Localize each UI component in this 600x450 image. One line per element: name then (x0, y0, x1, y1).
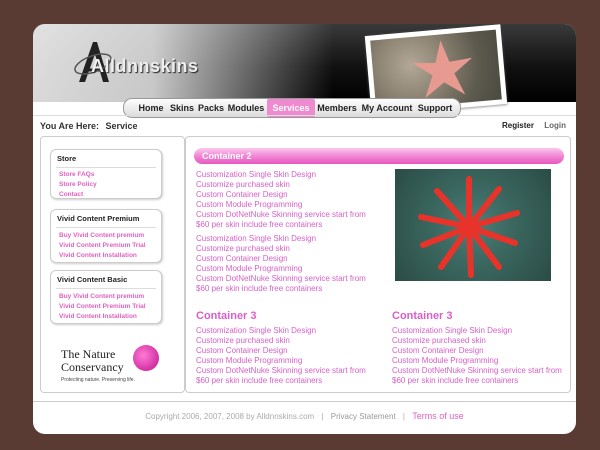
box-title: Vivid Content Basic (57, 275, 128, 284)
sidebar-link[interactable]: Buy Vivid Content premium (59, 293, 144, 300)
container2-block2: Customization Single Skin Design Customi… (196, 234, 366, 294)
footer-separator: | (402, 412, 405, 421)
breadcrumb-current[interactable]: Service (106, 121, 138, 131)
text-line[interactable]: Custom Module Programming (392, 356, 562, 366)
text-line[interactable]: Customization Single Skin Design (196, 326, 366, 336)
container2-block1: Customization Single Skin Design Customi… (196, 170, 366, 230)
text-line[interactable]: Customize purchased skin (196, 336, 366, 346)
nav-skins[interactable]: Skins (168, 101, 196, 115)
container2-title: Container 2 (194, 148, 564, 164)
breadcrumb: You Are Here: Service (40, 121, 138, 131)
footer: Copyright 2006, 2007, 2008 by Alldnnskin… (33, 411, 576, 421)
text-line[interactable]: Customize purchased skin (196, 244, 366, 254)
red-starfish-icon (418, 176, 520, 278)
text-line[interactable]: Custom DotNetNuke Skinning service start… (196, 366, 366, 376)
footer-divider (33, 401, 576, 402)
nav-my-account[interactable]: My Account (361, 101, 413, 115)
box-title: Store (57, 154, 77, 163)
sponsor-tagline: Protecting nature. Preserving life. (61, 377, 135, 383)
text-line[interactable]: Custom Container Design (196, 190, 366, 200)
nav-support[interactable]: Support (416, 101, 454, 115)
text-line[interactable]: $60 per skin include free containers (196, 284, 366, 294)
nav-modules[interactable]: Modules (227, 101, 265, 115)
box-divider (56, 288, 156, 289)
nav-packs[interactable]: Packs (196, 101, 226, 115)
text-line[interactable]: Custom Container Design (196, 346, 366, 356)
box-divider (56, 167, 156, 168)
left-sidebar: Store Store FAQs Store Policy Contact Vi… (40, 136, 185, 393)
text-line[interactable]: $60 per skin include free containers (196, 376, 366, 386)
text-line[interactable]: Customization Single Skin Design (196, 170, 366, 180)
header-banner: Alldnnskins (33, 24, 576, 116)
privacy-link[interactable]: Privacy Statement (331, 412, 396, 421)
box-title: Vivid Content Premium (57, 214, 140, 223)
sidebar-link[interactable]: Buy Vivid Content premium (59, 232, 144, 239)
sidebar-link[interactable]: Contact (59, 191, 83, 198)
vivid-premium-box: Vivid Content Premium Buy Vivid Content … (50, 209, 162, 263)
logo-text[interactable]: Alldnnskins (91, 56, 199, 77)
starfish-photo (395, 169, 551, 281)
text-line[interactable]: Custom Container Design (392, 346, 562, 356)
divider (33, 115, 576, 116)
store-box: Store Store FAQs Store Policy Contact (50, 149, 162, 199)
text-line[interactable]: Custom DotNetNuke Skinning service start… (196, 210, 366, 220)
user-links: Register Login (494, 121, 566, 130)
text-line[interactable]: Customize purchased skin (196, 180, 366, 190)
copyright-text: Copyright 2006, 2007, 2008 by Alldnnskin… (145, 412, 315, 421)
login-link[interactable]: Login (544, 121, 566, 130)
register-link[interactable]: Register (502, 121, 534, 130)
sponsor-line2: Conservancy (61, 360, 124, 374)
sidebar-link[interactable]: Vivid Content Installation (59, 252, 137, 259)
text-line[interactable]: Custom Module Programming (196, 356, 366, 366)
container3-left-block: Customization Single Skin Design Customi… (196, 326, 366, 386)
sidebar-link[interactable]: Store FAQs (59, 171, 94, 178)
sidebar-link[interactable]: Vivid Content Installation (59, 313, 137, 320)
footer-separator: | (321, 412, 324, 421)
text-line[interactable]: Custom DotNetNuke Skinning service start… (196, 274, 366, 284)
nav-home[interactable]: Home (136, 101, 166, 115)
container3-left-title: Container 3 (196, 310, 257, 322)
text-line[interactable]: Customize purchased skin (392, 336, 562, 346)
sidebar-link[interactable]: Store Policy (59, 181, 97, 188)
globe-icon (133, 345, 159, 371)
breadcrumb-label: You Are Here: (40, 121, 100, 131)
text-line[interactable]: Custom Container Design (196, 254, 366, 264)
nav-members[interactable]: Members (316, 101, 358, 115)
text-line[interactable]: Custom DotNetNuke Skinning service start… (392, 366, 562, 376)
box-divider (56, 227, 156, 228)
sidebar-link[interactable]: Vivid Content Premium Trial (59, 242, 146, 249)
terms-link[interactable]: Terms of use (412, 411, 464, 421)
text-line[interactable]: Custom Module Programming (196, 264, 366, 274)
text-line[interactable]: $60 per skin include free containers (392, 376, 562, 386)
text-line[interactable]: $60 per skin include free containers (196, 220, 366, 230)
text-line[interactable]: Customization Single Skin Design (196, 234, 366, 244)
sidebar-link[interactable]: Vivid Content Premium Trial (59, 303, 146, 310)
nature-conservancy-logo[interactable]: The Nature Conservancy Protecting nature… (61, 343, 171, 393)
page-container: Alldnnskins Home Skins Packs Modules Ser… (33, 24, 576, 434)
vivid-basic-box: Vivid Content Basic Buy Vivid Content pr… (50, 270, 162, 324)
text-line[interactable]: Custom Module Programming (196, 200, 366, 210)
container3-right-title: Container 3 (392, 310, 453, 322)
text-line[interactable]: Customization Single Skin Design (392, 326, 562, 336)
container3-right-block: Customization Single Skin Design Customi… (392, 326, 562, 386)
